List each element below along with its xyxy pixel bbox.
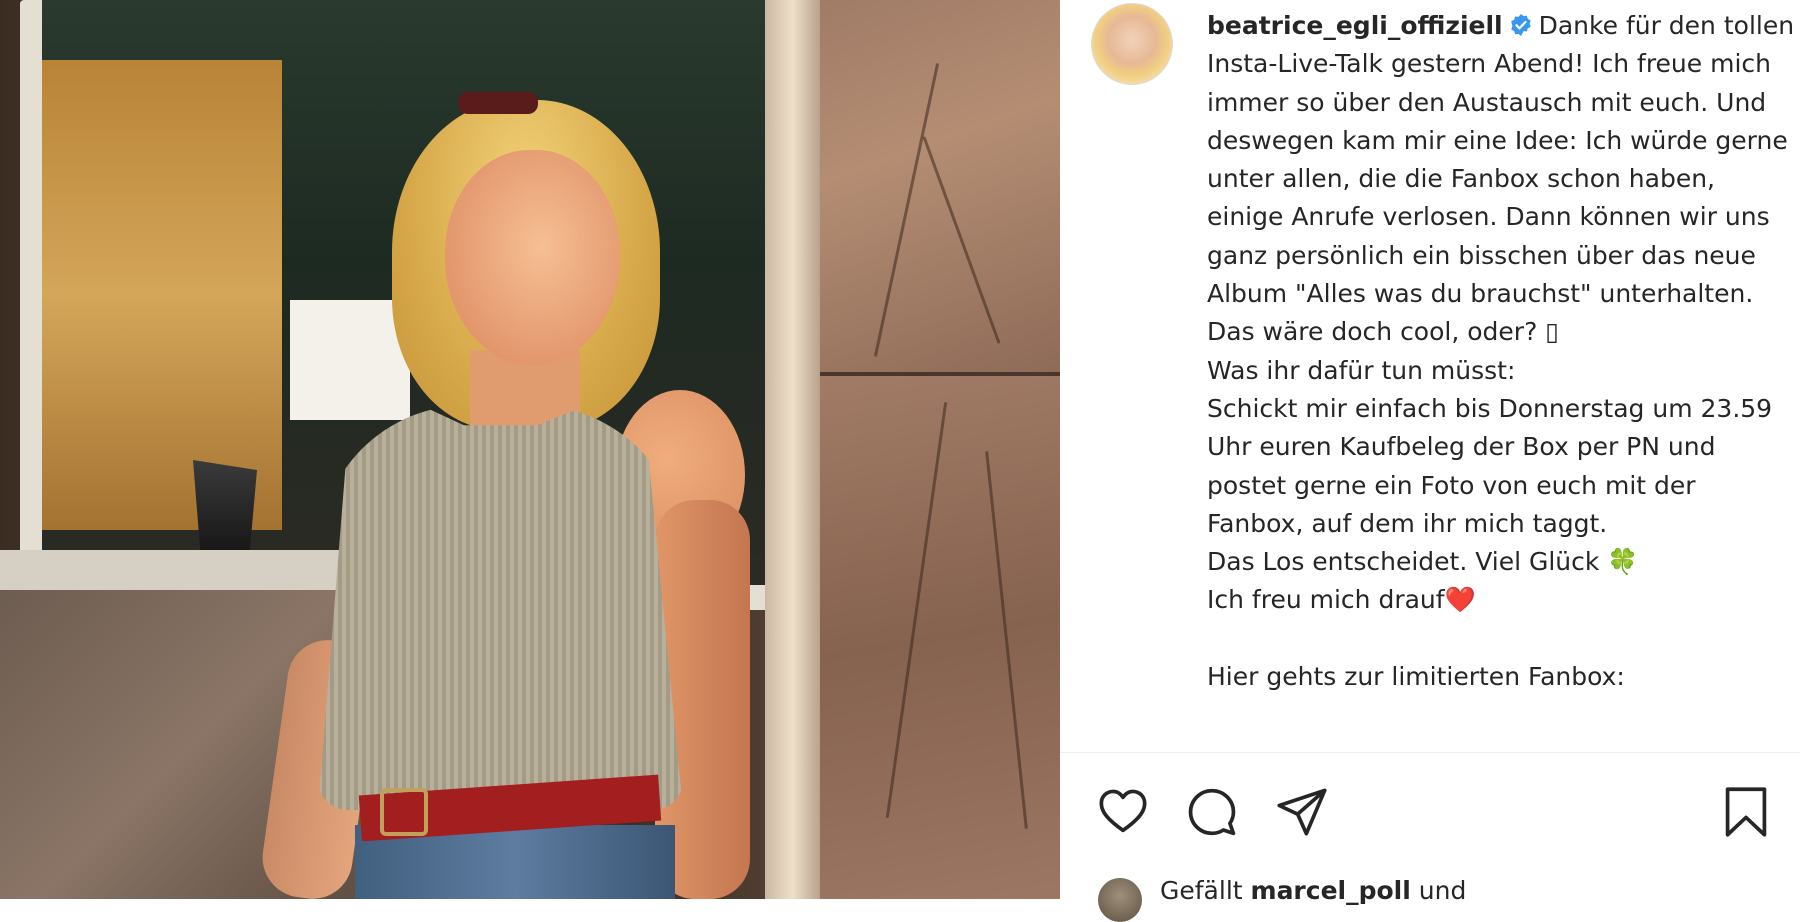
comment-icon[interactable] [1186,786,1238,838]
belt-buckle [380,788,428,836]
profile-avatar[interactable] [1091,3,1173,85]
likes-prefix: Gefällt [1160,876,1251,905]
caption-text: Danke für den tollen Insta-Live-Talk ges… [1207,11,1795,692]
paper-plane-icon[interactable] [1276,786,1328,838]
post-caption: beatrice_egli_offiziell Danke für den tol… [1207,7,1797,696]
username-link[interactable]: beatrice_egli_offiziell [1207,11,1503,40]
verified-badge-icon [1510,14,1531,36]
likes-line: Gefällt marcel_poll und [1160,876,1466,906]
post-photo[interactable] [0,0,1060,899]
liker-avatar[interactable] [1098,878,1142,922]
likes-suffix: und [1410,876,1467,905]
action-divider [1060,752,1800,753]
window-ledge [0,550,360,590]
stone-column [765,0,820,899]
liker-username[interactable]: marcel_poll [1251,876,1411,905]
window-light-panel [290,300,410,420]
sunglasses [458,92,538,114]
knit-top [318,405,683,810]
window-reflection [42,60,282,530]
person-face [445,150,620,365]
bookmark-icon[interactable] [1720,786,1772,838]
heart-icon[interactable] [1097,786,1149,838]
